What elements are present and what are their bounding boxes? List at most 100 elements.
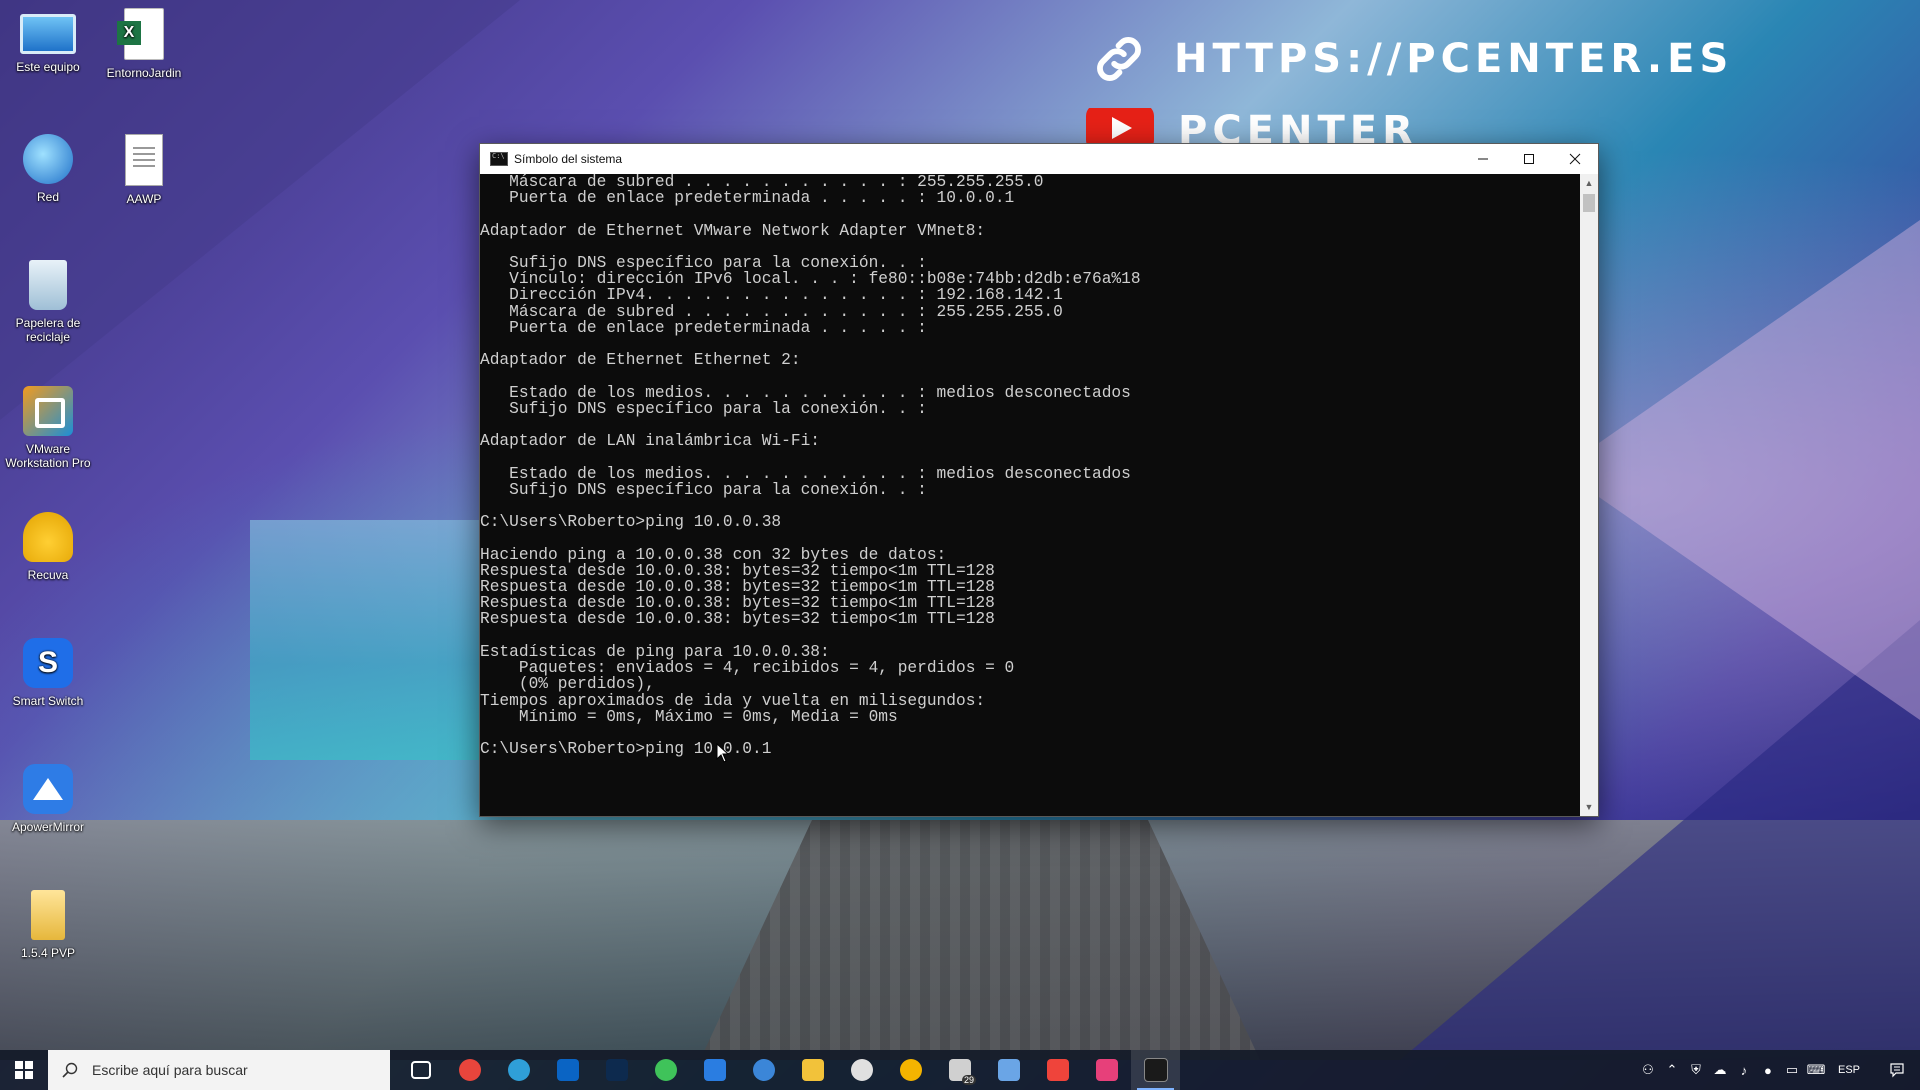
onedrive-sync-icon <box>997 1059 1020 1081</box>
photoshop-icon <box>605 1059 628 1081</box>
taskbar-search-box[interactable]: Escribe aquí para buscar <box>48 1050 390 1090</box>
chrome-icon <box>458 1059 481 1081</box>
vertical-scrollbar[interactable]: ▲ ▼ <box>1580 174 1598 816</box>
youtube-banner: PCENTER <box>1086 108 1418 144</box>
console-text: Máscara de subred . . . . . . . . . . . … <box>480 173 1141 759</box>
desktop-icon-este-equipo[interactable]: Este equipo <box>0 8 96 74</box>
people-icon[interactable]: ⚇ <box>1636 1050 1660 1090</box>
desktop-icon-label: VMware Workstation Pro <box>5 442 91 470</box>
desktop-icon-red[interactable]: Red <box>0 134 96 204</box>
desktop-icon-label: 1.5.4 PVP <box>20 946 76 960</box>
folder-icon <box>31 890 65 940</box>
minimize-icon <box>1478 158 1488 160</box>
apowermirror-icon <box>23 764 73 814</box>
website-url: HTTPS://PCENTER.ES <box>1174 36 1734 82</box>
taskbar-app-outlook[interactable] <box>543 1050 592 1090</box>
desktop-icon-label: Este equipo <box>16 60 80 74</box>
recycle-bin-icon <box>29 260 67 310</box>
notifications-icon <box>1890 1063 1904 1078</box>
start-button[interactable] <box>0 1050 48 1090</box>
action-center-button[interactable] <box>1874 1050 1920 1090</box>
taskbar-app-notes-app[interactable]: 29 <box>935 1050 984 1090</box>
volume-icon[interactable]: ♪ <box>1732 1050 1756 1090</box>
desktop-icon-label: AAWP <box>126 192 162 206</box>
window-controls <box>1460 144 1598 174</box>
desktop-icon-label: EntornoJardin <box>106 66 182 80</box>
screen-capture-icon <box>1095 1059 1118 1081</box>
website-banner: HTTPS://PCENTER.ES <box>1090 30 1733 88</box>
desktop-icon-label: Recuva <box>27 568 69 582</box>
taskbar-pinned-apps: 29 <box>396 1050 1180 1090</box>
taskbar-app-photoshop[interactable] <box>592 1050 641 1090</box>
network-tray-icon[interactable]: ▭ <box>1780 1050 1804 1090</box>
input-language[interactable]: ESP <box>1838 1064 1860 1076</box>
desktop-icon-aawp[interactable]: AAWP <box>96 134 192 206</box>
window-title: Símbolo del sistema <box>514 152 623 166</box>
scroll-down-button[interactable]: ▼ <box>1580 798 1598 816</box>
scroll-up-button[interactable]: ▲ <box>1580 174 1598 192</box>
desktop-icon-papelera[interactable]: Papelera de reciclaje <box>0 260 96 344</box>
desktop-icon-label: Papelera de reciclaje <box>15 316 81 344</box>
microphone-icon[interactable]: ● <box>1756 1050 1780 1090</box>
desktop-icon-recuva[interactable]: Recuva <box>0 512 96 582</box>
recuva-icon <box>23 512 73 562</box>
channel-name: PCENTER <box>1178 108 1418 144</box>
mouse-pointer-icon <box>716 743 730 763</box>
taskbar-app-onedrive-sync[interactable] <box>984 1050 1033 1090</box>
maximize-button[interactable] <box>1506 144 1552 174</box>
close-icon <box>1569 153 1581 165</box>
taskbar-app-screen-capture[interactable] <box>1082 1050 1131 1090</box>
link-icon <box>1097 37 1141 81</box>
taskbar-app-file-explorer[interactable] <box>788 1050 837 1090</box>
pen-app-icon <box>703 1059 726 1081</box>
command-prompt-icon <box>1143 1058 1168 1082</box>
taskbar-app-whatsapp[interactable] <box>641 1050 690 1090</box>
taskbar-app-command-prompt[interactable] <box>1131 1050 1180 1090</box>
desktop-icon-folder-pvp[interactable]: 1.5.4 PVP <box>0 890 96 960</box>
command-prompt-icon <box>490 152 508 166</box>
search-placeholder: Escribe aquí para buscar <box>92 1062 248 1078</box>
taskbar-app-task-view[interactable] <box>396 1050 445 1090</box>
edge-beta-icon <box>752 1059 775 1081</box>
wallpaper-triangle <box>1560 220 1920 720</box>
taskbar-app-chrome[interactable] <box>445 1050 494 1090</box>
task-view-icon <box>410 1061 431 1079</box>
file-explorer-icon <box>801 1059 824 1081</box>
command-prompt-window[interactable]: Símbolo del sistema Máscara de subred . … <box>479 143 1599 817</box>
weather-icon <box>899 1059 922 1081</box>
search-icon <box>62 1062 78 1078</box>
outlook-icon <box>556 1059 579 1081</box>
windows-logo-icon <box>15 1061 33 1079</box>
maximize-icon <box>1524 154 1534 164</box>
desktop-icon-label: Smart Switch <box>12 694 84 708</box>
desktop-icon-label: ApowerMirror <box>11 820 84 834</box>
youtube-icon <box>1086 108 1154 144</box>
taskbar-app-pen-app[interactable] <box>690 1050 739 1090</box>
taskbar-app-edge-beta[interactable] <box>739 1050 788 1090</box>
window-titlebar[interactable]: Símbolo del sistema <box>480 144 1598 174</box>
chevron-up-icon[interactable]: ⌃ <box>1660 1050 1684 1090</box>
excel-file-icon <box>117 8 164 60</box>
minimize-button[interactable] <box>1460 144 1506 174</box>
cloud-icon[interactable]: ☁ <box>1708 1050 1732 1090</box>
scroll-thumb[interactable] <box>1583 194 1595 212</box>
desktop-icon-apowermirror[interactable]: ApowerMirror <box>0 764 96 834</box>
wallpaper-boardwalk <box>700 820 1260 1060</box>
wallpaper-sand <box>0 820 1920 1060</box>
close-button[interactable] <box>1552 144 1598 174</box>
taskbar-app-weather[interactable] <box>886 1050 935 1090</box>
smart-switch-icon: S <box>23 638 73 688</box>
desktop-icon-entornojardin[interactable]: EntornoJardin <box>96 8 192 80</box>
vmware-icon <box>23 386 73 436</box>
taskbar-app-aperture-app[interactable] <box>837 1050 886 1090</box>
taskbar-app-edge[interactable] <box>494 1050 543 1090</box>
aperture-app-icon <box>850 1059 873 1081</box>
security-icon[interactable]: ⛨ <box>1684 1050 1708 1090</box>
keyboard-icon[interactable]: ⌨ <box>1804 1050 1828 1090</box>
taskbar-app-anydesk[interactable] <box>1033 1050 1082 1090</box>
whatsapp-icon <box>654 1059 677 1081</box>
console-output[interactable]: Máscara de subred . . . . . . . . . . . … <box>480 174 1580 816</box>
desktop-icon-smart-switch[interactable]: S Smart Switch <box>0 638 96 708</box>
desktop-icon-vmware[interactable]: VMware Workstation Pro <box>0 386 96 470</box>
computer-icon <box>20 14 76 54</box>
